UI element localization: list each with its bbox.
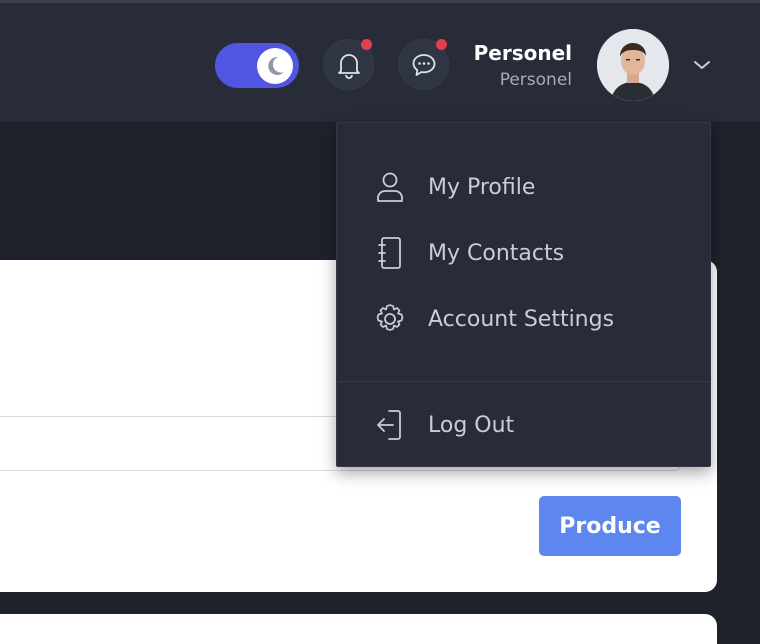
menu-divider xyxy=(337,381,710,382)
gear-icon xyxy=(373,302,407,336)
menu-item-log-out[interactable]: Log Out xyxy=(337,397,710,453)
user-icon xyxy=(373,170,407,204)
logout-icon xyxy=(373,408,407,442)
menu-item-label: My Profile xyxy=(428,174,536,200)
chevron-down-icon[interactable] xyxy=(690,53,714,77)
menu-item-account-settings[interactable]: Account Settings xyxy=(337,291,710,347)
secondary-card xyxy=(0,614,717,644)
produce-button[interactable]: Produce xyxy=(539,496,681,556)
user-name[interactable]: Personel xyxy=(474,41,572,65)
moon-icon xyxy=(257,48,293,84)
top-navbar: Personel Personel xyxy=(0,0,760,122)
user-role: Personel xyxy=(499,70,572,90)
messages-button[interactable] xyxy=(398,39,449,90)
message-badge xyxy=(436,39,447,50)
menu-item-label: Account Settings xyxy=(428,306,615,332)
menu-item-my-contacts[interactable]: My Contacts xyxy=(337,225,710,281)
menu-item-label: My Contacts xyxy=(428,240,565,266)
notification-badge xyxy=(361,39,372,50)
avatar[interactable] xyxy=(597,29,669,101)
menu-item-my-profile[interactable]: My Profile xyxy=(337,159,710,215)
chat-bubble-icon xyxy=(412,53,435,76)
bell-icon xyxy=(337,53,360,79)
menu-item-label: Log Out xyxy=(428,412,515,438)
dark-mode-toggle[interactable] xyxy=(215,43,299,88)
notifications-button[interactable] xyxy=(323,39,374,90)
contacts-book-icon xyxy=(373,236,407,270)
user-menu-dropdown: My Profile My Contacts Account Settings xyxy=(336,122,711,467)
